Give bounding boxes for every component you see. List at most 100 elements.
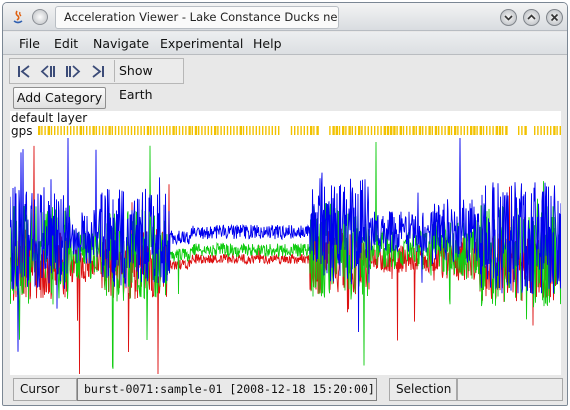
gps-mark bbox=[290, 126, 293, 135]
gps-mark bbox=[418, 126, 422, 135]
gps-mark bbox=[188, 126, 191, 135]
gps-mark bbox=[351, 126, 353, 135]
gps-mark bbox=[370, 126, 373, 135]
gps-mark bbox=[425, 126, 427, 135]
gps-mark bbox=[553, 126, 556, 135]
gps-mark bbox=[361, 126, 363, 135]
gps-mark bbox=[329, 126, 331, 135]
gps-mark bbox=[393, 126, 396, 135]
series-y-trace bbox=[10, 141, 561, 369]
gps-mark bbox=[73, 126, 75, 135]
gps-mark bbox=[57, 126, 59, 135]
gps-mark bbox=[546, 126, 549, 135]
close-button[interactable] bbox=[546, 9, 563, 26]
add-category-button[interactable]: Add Category bbox=[13, 87, 106, 109]
status-bar: Cursor burst-0071:sample-01 [2008-12-18 … bbox=[3, 375, 567, 405]
minimize-button[interactable] bbox=[500, 9, 517, 26]
gps-mark bbox=[79, 126, 82, 135]
gps-mark bbox=[457, 126, 459, 135]
first-icon[interactable] bbox=[13, 61, 35, 81]
gps-mark bbox=[335, 126, 338, 135]
gps-mark bbox=[191, 126, 193, 135]
last-icon[interactable] bbox=[87, 61, 109, 81]
menu-help[interactable]: Help bbox=[253, 32, 282, 55]
gps-mark bbox=[137, 126, 139, 135]
gps-mark bbox=[489, 126, 491, 135]
gps-mark bbox=[399, 126, 402, 135]
gps-mark bbox=[134, 126, 136, 135]
gps-mark bbox=[143, 126, 145, 135]
gps-mark bbox=[422, 126, 424, 135]
gps-mark bbox=[431, 126, 433, 135]
gps-mark bbox=[505, 126, 508, 135]
gps-mark bbox=[386, 126, 390, 135]
java-app-icon[interactable] bbox=[9, 8, 27, 26]
gps-mark bbox=[233, 126, 235, 135]
gps-mark bbox=[236, 126, 238, 135]
gps-mark bbox=[338, 126, 341, 135]
previous-icon[interactable] bbox=[37, 61, 59, 81]
gps-mark bbox=[175, 126, 177, 135]
gps-mark bbox=[207, 126, 209, 135]
gps-mark bbox=[182, 126, 184, 135]
gps-mark bbox=[348, 126, 351, 135]
gps-track[interactable] bbox=[38, 126, 561, 135]
gps-mark bbox=[540, 126, 542, 135]
gps-mark bbox=[198, 126, 200, 135]
gps-mark bbox=[38, 126, 41, 135]
gps-mark bbox=[172, 126, 175, 135]
gps-mark bbox=[255, 126, 257, 135]
gps-mark bbox=[54, 126, 56, 135]
gps-mark bbox=[454, 126, 457, 135]
window-menu-icon[interactable] bbox=[32, 9, 48, 25]
menu-experimental[interactable]: Experimental bbox=[160, 32, 243, 55]
gps-mark bbox=[70, 126, 72, 135]
gps-mark bbox=[364, 126, 366, 135]
show-earth-button[interactable]: Show Earth bbox=[116, 59, 183, 102]
gps-mark bbox=[354, 126, 357, 135]
maximize-button[interactable] bbox=[523, 9, 540, 26]
gps-mark bbox=[367, 126, 369, 135]
gps-mark bbox=[44, 126, 46, 135]
acceleration-plot[interactable] bbox=[10, 137, 561, 375]
menu-edit[interactable]: Edit bbox=[54, 32, 78, 55]
gps-mark bbox=[434, 126, 438, 135]
gps-mark bbox=[306, 126, 309, 135]
gps-mark bbox=[559, 126, 561, 135]
gps-mark bbox=[210, 126, 213, 135]
gps-mark bbox=[124, 126, 126, 135]
gps-mark bbox=[444, 126, 446, 135]
gps-mark bbox=[156, 126, 158, 135]
gps-mark bbox=[86, 126, 88, 135]
gps-mark bbox=[169, 126, 171, 135]
gps-mark bbox=[428, 126, 431, 135]
gps-mark bbox=[108, 126, 111, 135]
gps-mark bbox=[402, 126, 405, 135]
gps-mark bbox=[118, 126, 120, 135]
gps-mark bbox=[342, 126, 345, 135]
gps-mark bbox=[498, 126, 502, 135]
gps-mark bbox=[297, 126, 299, 135]
gps-mark bbox=[300, 126, 302, 135]
title-bar[interactable]: Acceleration Viewer - Lake Constance Duc… bbox=[3, 3, 567, 31]
acceleration-view[interactable]: default layer gps bbox=[10, 111, 561, 375]
gps-mark bbox=[258, 126, 261, 135]
gps-mark bbox=[268, 126, 270, 135]
selection-label: Selection bbox=[389, 378, 457, 401]
gps-mark bbox=[345, 126, 347, 135]
gps-mark bbox=[524, 126, 527, 135]
gps-mark bbox=[450, 126, 453, 135]
next-icon[interactable] bbox=[62, 61, 84, 81]
menu-navigate[interactable]: Navigate bbox=[93, 32, 149, 55]
menu-file[interactable]: File bbox=[19, 32, 40, 55]
gps-mark bbox=[466, 126, 469, 135]
gps-mark bbox=[486, 126, 488, 135]
gps-mark bbox=[102, 126, 104, 135]
gps-mark bbox=[230, 126, 232, 135]
gps-mark bbox=[246, 126, 248, 135]
gps-mark bbox=[274, 126, 277, 135]
gps-mark bbox=[130, 126, 133, 135]
gps-mark bbox=[249, 126, 251, 135]
gps-mark bbox=[50, 126, 53, 135]
gps-mark bbox=[316, 126, 319, 135]
